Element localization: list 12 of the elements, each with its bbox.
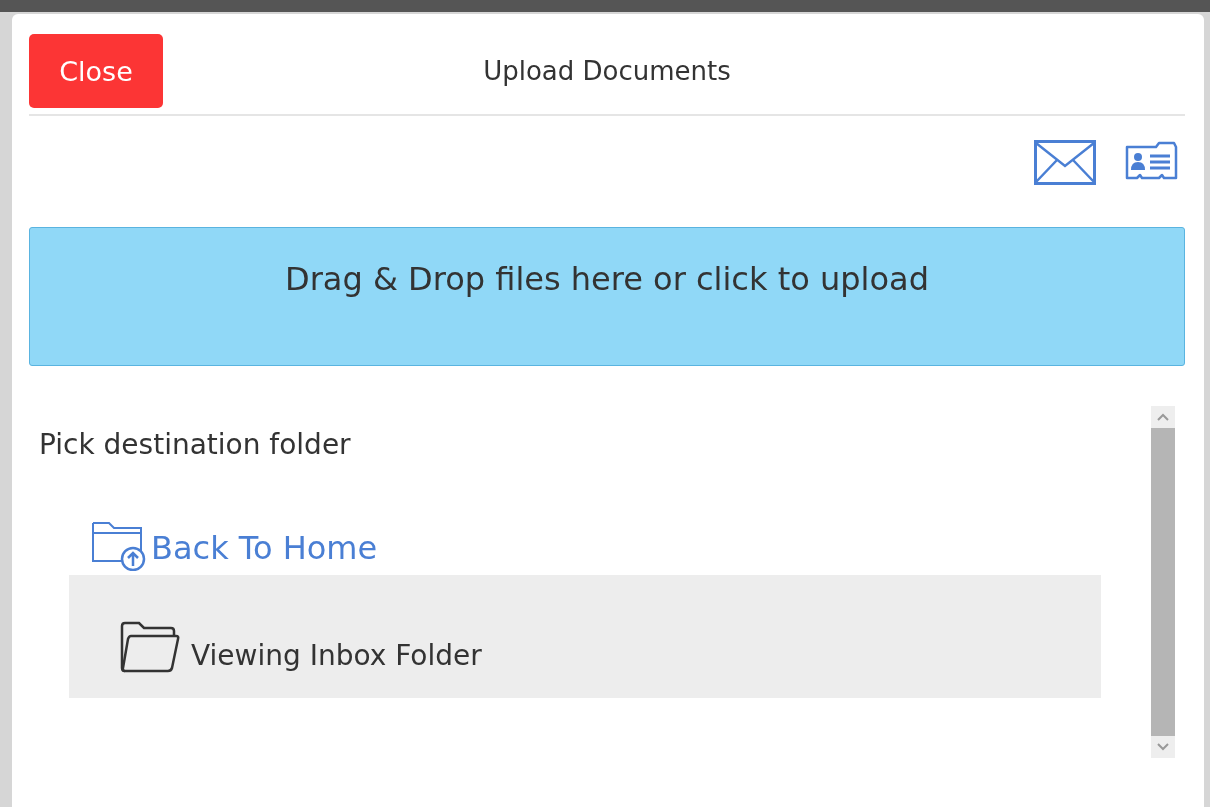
- folder-row[interactable]: Viewing Inbox Folder: [69, 575, 1101, 698]
- folder-name: Viewing Inbox Folder: [191, 639, 482, 674]
- envelope-icon[interactable]: [1034, 140, 1096, 185]
- scrollbar[interactable]: [1151, 406, 1175, 758]
- file-drop-zone[interactable]: Drag & Drop files here or click to upload: [29, 227, 1185, 366]
- folder-icon: [119, 620, 181, 674]
- drop-zone-text: Drag & Drop files here or click to upload: [285, 260, 929, 298]
- dialog-title: Upload Documents: [483, 56, 731, 86]
- close-button[interactable]: Close: [29, 34, 163, 108]
- folder-upload-icon: [91, 519, 147, 571]
- picker-heading: Pick destination folder: [39, 428, 352, 461]
- back-to-home-link[interactable]: Back To Home: [91, 519, 378, 571]
